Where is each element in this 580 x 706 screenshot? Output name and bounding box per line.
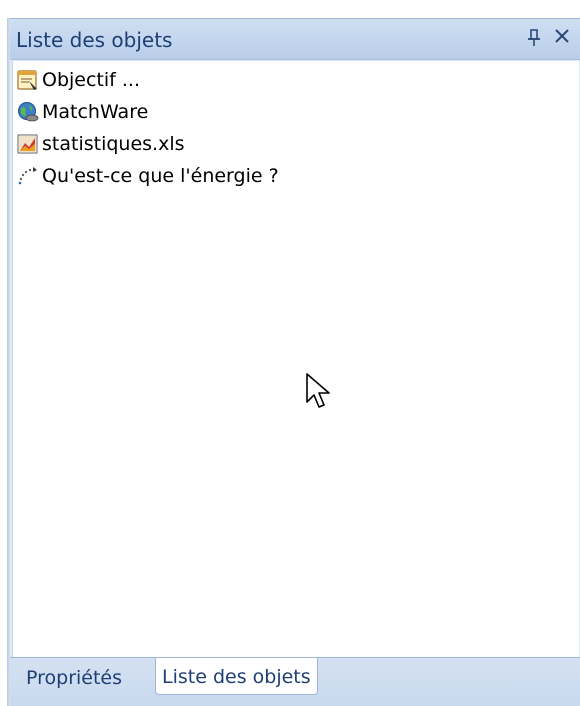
panel-title: Liste des objets <box>16 28 173 52</box>
panel-edge <box>7 18 10 706</box>
close-icon[interactable] <box>550 27 574 51</box>
object-list-panel: Liste des objets Objectif ... MatchWare … <box>7 18 580 706</box>
list-item-label: MatchWare <box>42 101 149 123</box>
list-item-energie[interactable]: Qu'est-ce que l'énergie ? <box>17 162 279 190</box>
path-animation-icon <box>17 165 39 187</box>
tab-proprietes[interactable]: Propriétés <box>20 662 128 694</box>
panel-tab-strip: Propriétés Liste des objets <box>10 657 580 706</box>
spreadsheet-icon <box>17 133 39 155</box>
list-item-label: Qu'est-ce que l'énergie ? <box>42 165 279 187</box>
list-item-label: Objectif ... <box>42 69 141 91</box>
list-item-label: statistiques.xls <box>42 133 185 155</box>
tab-liste-des-objets[interactable]: Liste des objets <box>155 658 318 695</box>
window: Liste des objets Objectif ... MatchWare … <box>0 0 580 706</box>
list-item-objectif[interactable]: Objectif ... <box>17 66 140 94</box>
list-item-statistiques[interactable]: statistiques.xls <box>17 130 185 158</box>
object-list[interactable]: Objectif ... MatchWare statistiques.xls … <box>12 61 579 657</box>
objective-icon <box>17 69 39 91</box>
top-strip <box>0 0 580 18</box>
web-globe-icon <box>17 101 39 123</box>
panel-title-bar[interactable]: Liste des objets <box>10 18 580 60</box>
pin-icon[interactable] <box>525 29 543 49</box>
mouse-cursor-icon <box>306 373 332 411</box>
list-item-matchware[interactable]: MatchWare <box>17 98 148 126</box>
